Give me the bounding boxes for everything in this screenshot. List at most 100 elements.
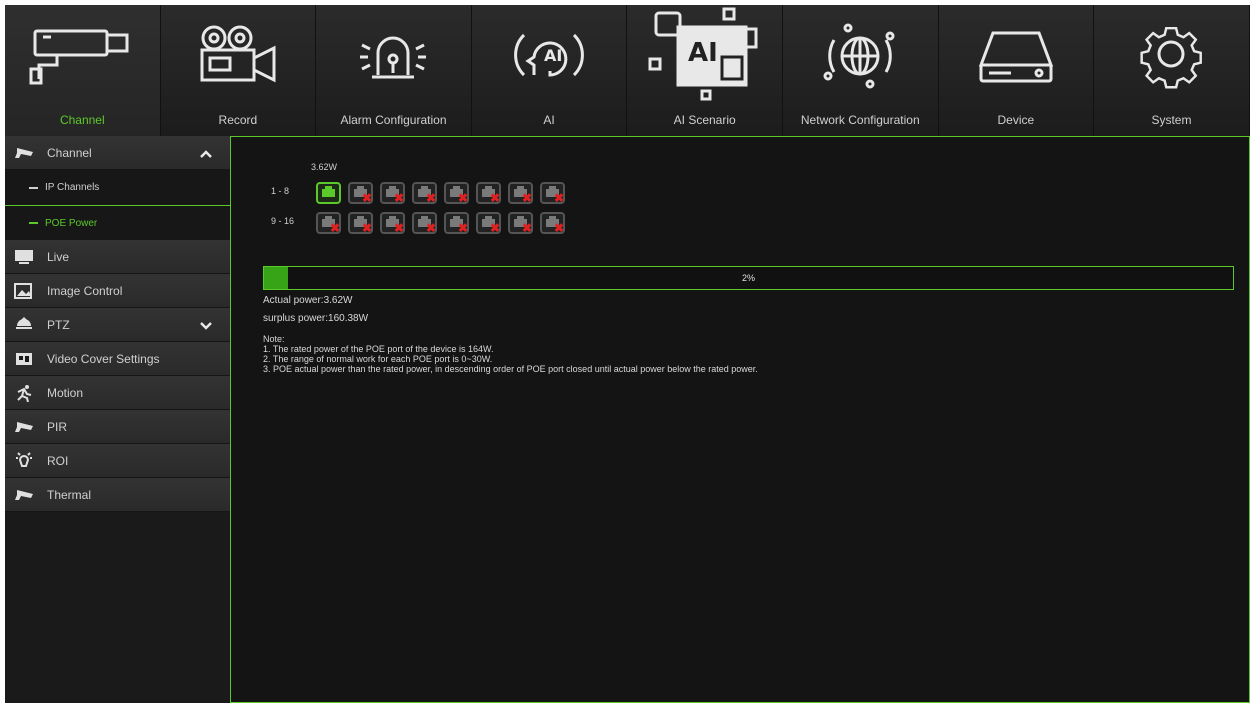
port-power-value: 3.62W (311, 162, 338, 172)
poe-port[interactable]: ✖ (444, 212, 469, 234)
nav-label: Record (218, 113, 258, 127)
poe-port[interactable]: ✖ (380, 182, 405, 204)
sidebar-item-live[interactable]: Live (5, 240, 230, 274)
sidebar-item-label: Thermal (47, 487, 92, 502)
sidebar-item-video-cover-settings[interactable]: Video Cover Settings (5, 342, 230, 376)
error-x-icon: ✖ (425, 191, 436, 205)
poe-port[interactable]: ✖ (444, 182, 469, 204)
bulb-icon (13, 451, 35, 469)
poe-port[interactable]: ✖ (508, 212, 533, 234)
poe-port[interactable] (316, 182, 341, 204)
nav-ai-scenario[interactable]: AI AI Scenario (627, 5, 783, 136)
dash-icon (29, 186, 38, 189)
video-camera-icon (188, 9, 288, 101)
poe-port[interactable]: ✖ (380, 212, 405, 234)
poe-port[interactable]: ✖ (476, 182, 501, 204)
sidebar-item-label: POE Power (45, 217, 98, 229)
sidebar-item-channel[interactable]: Channel (5, 136, 230, 170)
error-x-icon: ✖ (393, 191, 404, 205)
poe-port[interactable]: ✖ (540, 182, 565, 204)
globe-icon (810, 9, 910, 101)
sidebar-item-label: Channel (47, 145, 92, 160)
error-x-icon: ✖ (521, 191, 532, 205)
dome-camera-icon (13, 316, 35, 333)
sidebar-item-thermal[interactable]: Thermal (5, 478, 230, 512)
nav-alarm-configuration[interactable]: Alarm Configuration (316, 5, 472, 136)
image-icon (13, 282, 35, 299)
error-x-icon: ✖ (489, 221, 500, 235)
poe-port[interactable]: ✖ (508, 182, 533, 204)
poe-port[interactable]: ✖ (476, 212, 501, 234)
alarm-light-icon (348, 9, 438, 101)
poe-port[interactable]: ✖ (316, 212, 341, 234)
poe-port[interactable]: ✖ (540, 212, 565, 234)
nav-label: AI (543, 113, 555, 127)
nav-record[interactable]: Record (161, 5, 317, 136)
sidebar-item-label: ROI (47, 453, 69, 468)
sidebar-item-poe-power[interactable]: POE Power (5, 205, 230, 240)
sidebar-item-label: Live (47, 249, 70, 264)
error-x-icon: ✖ (361, 191, 372, 205)
error-x-icon: ✖ (457, 221, 468, 235)
sidebar-item-label: IP Channels (45, 182, 100, 193)
poe-port[interactable]: ✖ (412, 182, 437, 204)
error-x-icon: ✖ (425, 221, 436, 235)
sidebar-item-image-control[interactable]: Image Control (5, 274, 230, 308)
port-row-label: 1 - 8 (271, 186, 290, 196)
nav-label: AI Scenario (673, 113, 736, 127)
poe-power-panel: 3.62W 1 - 8 9 - 16 ✖ ✖ ✖ ✖ ✖ ✖ ✖ ✖ ✖ ✖ ✖ ✖ ✖ ✖ ✖ 2% Ac… (230, 136, 1250, 703)
ai-head-icon: AI (504, 9, 594, 101)
poe-port[interactable]: ✖ (348, 212, 373, 234)
port-row-label: 9 - 16 (271, 216, 295, 226)
monitor-icon (13, 249, 35, 265)
note-line: 2. The range of normal work for each POE… (263, 354, 493, 364)
camera-icon (13, 419, 35, 435)
nav-device[interactable]: Device (939, 5, 1095, 136)
note-title: Note: (263, 334, 285, 344)
error-x-icon: ✖ (393, 221, 404, 235)
power-usage-text: 2% (741, 273, 755, 283)
camera-icon (13, 145, 35, 161)
sidebar-item-pir[interactable]: PIR (5, 410, 230, 444)
chevron-up-icon[interactable] (200, 145, 212, 163)
error-x-icon: ✖ (489, 191, 500, 205)
poe-port[interactable]: ✖ (412, 212, 437, 234)
nav-channel[interactable]: Channel (5, 5, 161, 136)
svg-text:AI: AI (544, 46, 562, 65)
sidebar-item-ip-channels[interactable]: IP Channels (5, 170, 230, 205)
error-x-icon: ✖ (329, 221, 340, 235)
nav-label: Device (997, 113, 1035, 127)
nav-network-configuration[interactable]: Network Configuration (783, 5, 939, 136)
hard-drive-icon (971, 9, 1061, 101)
error-x-icon: ✖ (361, 221, 372, 235)
sidebar-item-label: Image Control (47, 283, 123, 298)
nav-label: Network Configuration (800, 113, 920, 127)
note-line: 3. POE actual power than the rated power… (263, 364, 758, 374)
camera-icon (27, 9, 137, 101)
gear-icon (1131, 9, 1211, 101)
sidebar-item-label: PIR (47, 419, 68, 434)
sidebar: Channel IP Channels POE Power Live Image… (5, 136, 230, 703)
sidebar-item-label: PTZ (47, 317, 70, 332)
svg-text:AI: AI (688, 38, 718, 68)
app-frame: Channel Record Alarm Configuration AI AI… (5, 5, 1250, 703)
video-cover-icon (13, 351, 35, 367)
sidebar-item-motion[interactable]: Motion (5, 376, 230, 410)
actual-power: Actual power:3.62W (263, 295, 353, 306)
sidebar-item-roi[interactable]: ROI (5, 444, 230, 478)
nav-label: System (1151, 113, 1192, 127)
top-nav: Channel Record Alarm Configuration AI AI… (5, 5, 1250, 136)
running-person-icon (13, 384, 35, 402)
chevron-down-icon[interactable] (200, 317, 212, 335)
dash-icon (29, 222, 38, 224)
nav-label: Alarm Configuration (340, 113, 447, 127)
error-x-icon: ✖ (457, 191, 468, 205)
nav-system[interactable]: System (1094, 5, 1250, 136)
sidebar-item-label: Video Cover Settings (47, 351, 160, 366)
nav-ai[interactable]: AI AI (472, 5, 628, 136)
poe-port[interactable]: ✖ (348, 182, 373, 204)
error-x-icon: ✖ (553, 191, 564, 205)
sidebar-item-ptz[interactable]: PTZ (5, 308, 230, 342)
sidebar-item-label: Motion (47, 385, 84, 400)
surplus-power: surplus power:160.38W (263, 313, 369, 324)
